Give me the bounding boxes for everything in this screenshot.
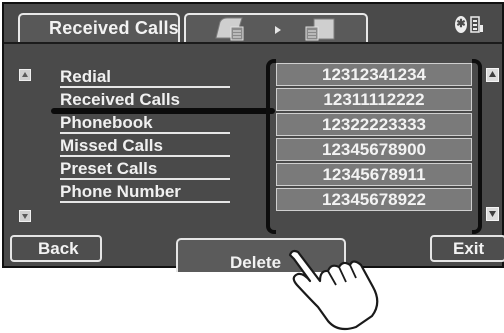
phone-screen: Received Calls ✱ Redial Received Calls P… — [2, 2, 504, 272]
battery-icon — [470, 16, 483, 33]
list-scroll-up-icon[interactable] — [486, 68, 499, 82]
list-scroll-down-icon[interactable] — [486, 207, 499, 221]
menu-item-missed-calls[interactable]: Missed Calls — [60, 135, 230, 157]
list-bracket-left — [266, 59, 276, 234]
phone-icon — [215, 17, 244, 41]
exit-button[interactable]: Exit — [430, 235, 504, 262]
bluetooth-icon: ✱ — [455, 16, 467, 33]
scroll-down-icon[interactable] — [19, 210, 31, 222]
scroll-up-icon[interactable] — [19, 69, 31, 81]
arrow-right-icon — [275, 26, 281, 34]
number-row[interactable]: 12311112222 — [276, 88, 472, 111]
number-row[interactable]: 12312341234 — [276, 63, 472, 86]
menu-item-phone-number[interactable]: Phone Number — [60, 181, 230, 203]
page-title: Received Calls — [49, 18, 179, 38]
header-divider — [4, 42, 502, 44]
back-button[interactable]: Back — [10, 235, 102, 262]
number-row[interactable]: 12345678900 — [276, 138, 472, 161]
device-icon — [305, 18, 335, 41]
source-icons — [215, 17, 335, 41]
menu-item-redial[interactable]: Redial — [60, 66, 230, 88]
number-row[interactable]: 12345678922 — [276, 188, 472, 211]
menu-item-phonebook[interactable]: Phonebook — [60, 112, 230, 134]
pointing-hand-icon — [288, 249, 379, 331]
number-row[interactable]: 12345678911 — [276, 163, 472, 186]
number-row[interactable]: 12322223333 — [276, 113, 472, 136]
menu-item-preset-calls[interactable]: Preset Calls — [60, 158, 230, 180]
delete-button-label: Delete — [230, 253, 282, 272]
source-selector[interactable] — [184, 13, 368, 44]
list-bracket-right — [472, 59, 482, 234]
